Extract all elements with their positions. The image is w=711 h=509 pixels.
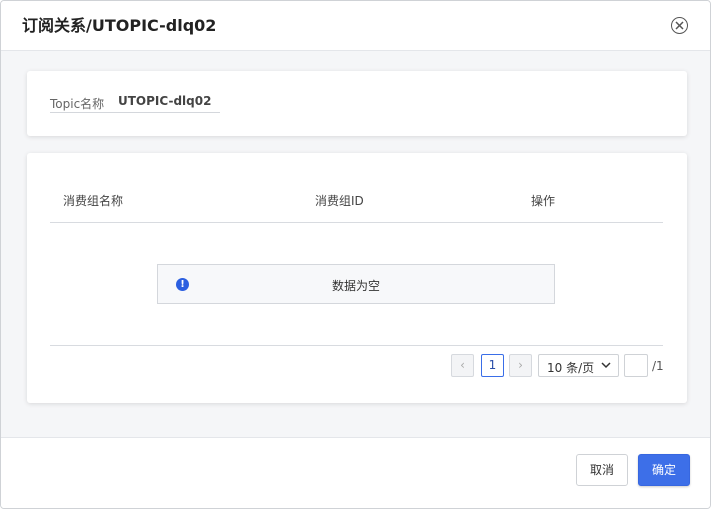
empty-state: ! 数据为空 — [157, 264, 555, 304]
confirm-button[interactable]: 确定 — [638, 454, 690, 486]
page-size-select[interactable]: 10 条/页 — [538, 354, 619, 377]
topic-value: UTOPIC-dlq02 — [118, 94, 212, 108]
prev-page-button[interactable]: ‹ — [451, 354, 474, 377]
column-header-group-id: 消费组ID — [315, 194, 364, 208]
total-pages: /1 — [652, 359, 664, 373]
next-page-button[interactable]: › — [509, 354, 532, 377]
chevron-down-icon — [601, 362, 611, 369]
column-header-group-name: 消费组名称 — [63, 194, 124, 208]
column-header-actions: 操作 — [531, 194, 556, 208]
table-header-divider — [50, 222, 663, 223]
page-jump-input[interactable] — [624, 354, 648, 377]
close-icon[interactable] — [671, 17, 688, 34]
topic-underline — [50, 112, 220, 113]
topic-label: Topic名称 — [50, 97, 105, 111]
subscription-dialog: 订阅关系/UTOPIC-dlq02 Topic名称 UTOPIC-dlq02 消… — [0, 0, 711, 509]
cancel-button[interactable]: 取消 — [576, 454, 628, 486]
consumer-group-table-card: 消费组名称 消费组ID 操作 ! 数据为空 ‹ 1 › 10 条/页 /1 — [27, 153, 687, 403]
page-size-value: 10 条/页 — [547, 361, 595, 375]
dialog-title: 订阅关系/UTOPIC-dlq02 — [22, 16, 217, 35]
empty-text: 数据为空 — [331, 279, 380, 293]
dialog-header: 订阅关系/UTOPIC-dlq02 — [1, 1, 710, 51]
dialog-body: Topic名称 UTOPIC-dlq02 消费组名称 消费组ID 操作 ! 数据… — [1, 51, 710, 437]
topic-card: Topic名称 UTOPIC-dlq02 — [27, 71, 687, 136]
page-number-button[interactable]: 1 — [481, 354, 504, 377]
dialog-footer: 取消 确定 — [1, 437, 710, 508]
table-footer-divider — [50, 345, 663, 346]
